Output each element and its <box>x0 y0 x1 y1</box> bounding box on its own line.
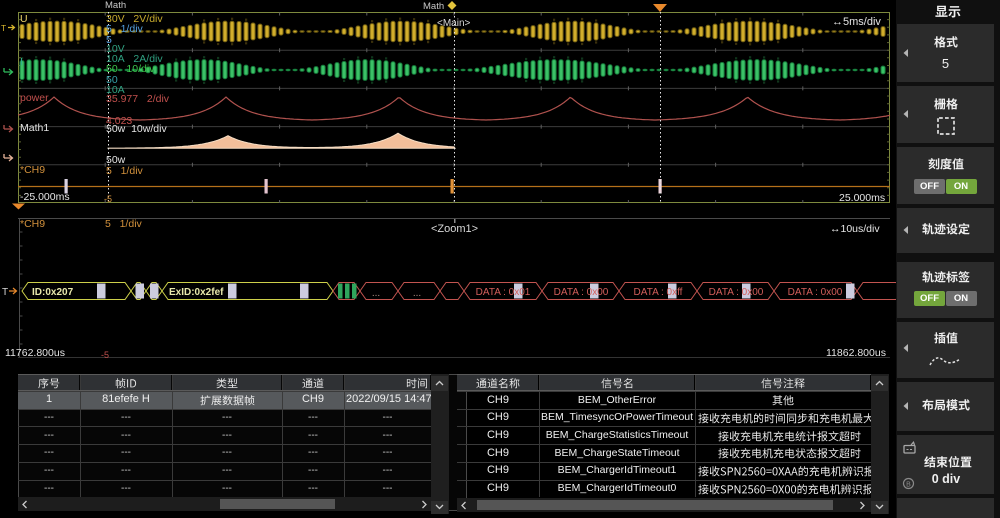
svg-text:DATA : 0x01: DATA : 0x01 <box>476 287 531 298</box>
svg-text:DATA : 0x00: DATA : 0x00 <box>709 287 764 298</box>
svg-text:DATA : 0x00: DATA : 0x00 <box>788 287 843 298</box>
svg-text:Math: Math <box>105 0 126 11</box>
svg-text:Math: Math <box>423 1 444 12</box>
svg-text:T: T <box>2 287 8 298</box>
svg-text:...: ... <box>413 288 421 299</box>
svg-text:T: T <box>1 23 6 33</box>
svg-text:B: B <box>906 481 911 488</box>
svg-text:DATA : 0x00: DATA : 0x00 <box>554 287 609 298</box>
svg-text:ID:0x207: ID:0x207 <box>32 287 74 298</box>
svg-text:ExID:0x2fef: ExID:0x2fef <box>169 287 224 298</box>
svg-text:...: ... <box>372 288 380 299</box>
svg-text:DATA : 0xff: DATA : 0xff <box>634 287 683 298</box>
